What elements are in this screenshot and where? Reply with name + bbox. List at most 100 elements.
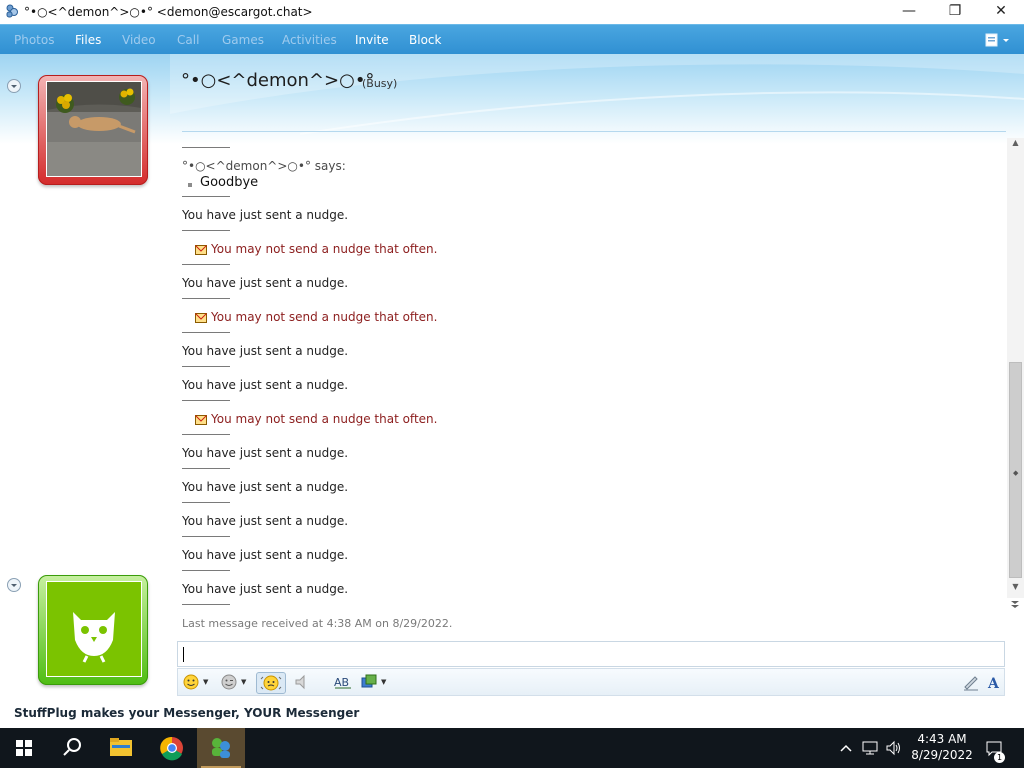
- system-clock[interactable]: 4:43 AM 8/29/2022: [904, 731, 980, 763]
- message-separator: [182, 298, 230, 299]
- nudge-sent-notice: You have just sent a nudge.: [182, 344, 349, 358]
- owl-icon: [73, 612, 115, 663]
- message-text: Goodbye: [200, 175, 259, 190]
- maximize-button[interactable]: ❐: [932, 0, 978, 24]
- conversation-scrollbar[interactable]: ▲ ◆ ▼: [1007, 138, 1024, 598]
- action-menu-bar: Photos Files Video Call Games Activities…: [0, 24, 1024, 55]
- message-separator: [182, 230, 230, 231]
- volume-icon[interactable]: [884, 738, 904, 758]
- contact-status: (Busy): [362, 77, 398, 90]
- menu-video[interactable]: Video: [122, 33, 156, 47]
- nudge-button[interactable]: [256, 672, 286, 694]
- notification-count-badge: 1: [994, 752, 1005, 763]
- message-separator: [182, 604, 230, 605]
- header-divider: [182, 131, 1006, 132]
- message-bullet: [188, 183, 192, 187]
- contact-avatar: [46, 81, 142, 177]
- nudge-sent-notice: You have just sent a nudge.: [182, 514, 349, 528]
- window-title: °•○<^demon^>○•° <demon@escargot.chat>: [24, 5, 313, 19]
- envelope-warning-icon: [195, 244, 207, 255]
- menu-photos[interactable]: Photos: [14, 33, 54, 47]
- envelope-warning-icon: [195, 312, 207, 323]
- chevron-down-icon: [11, 584, 17, 587]
- message-input[interactable]: [177, 641, 1005, 667]
- message-separator: [182, 366, 230, 367]
- formatting-toolbar: ▼ ▼ AB ▼ A: [177, 668, 1005, 696]
- messenger-buddies-icon: [212, 738, 230, 758]
- windows-taskbar: 4:43 AM 8/29/2022: [0, 728, 1024, 768]
- message-separator: [182, 502, 230, 503]
- menu-call[interactable]: Call: [177, 33, 199, 47]
- sender-says-label: °•○<^demon^>○•° says:: [182, 159, 346, 173]
- chevron-up-icon[interactable]: [836, 738, 856, 758]
- menu-games[interactable]: Games: [222, 33, 264, 47]
- nudge-sent-notice: You have just sent a nudge.: [182, 208, 349, 222]
- nudge-warning-notice: You may not send a nudge that often.: [195, 412, 437, 426]
- message-separator: [182, 434, 230, 435]
- nudge-icon: [260, 675, 282, 691]
- background-dropdown-icon[interactable]: ▼: [381, 678, 386, 686]
- text-caret: [183, 647, 184, 662]
- status-footer: StuffPlug makes your Messenger, YOUR Mes…: [0, 706, 1024, 728]
- contact-display-name: °•○<^demon^>○•°: [181, 70, 375, 91]
- nudge-sent-notice: You have just sent a nudge.: [182, 276, 349, 290]
- svg-text:AB: AB: [334, 676, 349, 689]
- scroll-up-arrow-icon[interactable]: ▲: [1007, 138, 1024, 152]
- expand-input-icon[interactable]: [1009, 598, 1021, 610]
- footer-ad-text: StuffPlug makes your Messenger, YOUR Mes…: [14, 706, 360, 720]
- envelope-warning-icon: [195, 414, 207, 425]
- network-icon[interactable]: [860, 738, 880, 758]
- font-icon[interactable]: A: [986, 672, 1004, 692]
- close-button[interactable]: ✕: [978, 0, 1024, 24]
- scrollbar-thumb[interactable]: ◆: [1009, 362, 1022, 578]
- emoticon-icon[interactable]: [182, 672, 200, 692]
- message-separator: [182, 468, 230, 469]
- self-avatar: [46, 581, 142, 677]
- spell-check-icon[interactable]: AB: [333, 672, 353, 692]
- menu-invite[interactable]: Invite: [355, 33, 389, 47]
- nudge-sent-notice: You have just sent a nudge.: [182, 548, 349, 562]
- menu-activities[interactable]: Activities: [282, 33, 337, 47]
- message-separator: [182, 147, 230, 148]
- voice-clip-icon[interactable]: [292, 672, 312, 692]
- clock-time: 4:43 AM: [917, 732, 967, 746]
- nudge-sent-notice: You have just sent a nudge.: [182, 446, 349, 460]
- contact-avatar-frame[interactable]: [38, 75, 148, 185]
- minimize-button[interactable]: —: [886, 0, 932, 24]
- nudge-sent-notice: You have just sent a nudge.: [182, 480, 349, 494]
- messenger-icon: [6, 4, 18, 18]
- wink-icon[interactable]: [220, 672, 238, 692]
- grip-icon: ◆: [1013, 469, 1019, 477]
- chevron-down-icon: [11, 85, 17, 88]
- nudge-sent-notice: You have just sent a nudge.: [182, 378, 349, 392]
- chrome-button[interactable]: [148, 728, 196, 768]
- messenger-taskbar-button[interactable]: [197, 728, 245, 768]
- search-button[interactable]: [48, 728, 96, 768]
- nudge-warning-notice: You may not send a nudge that often.: [195, 310, 437, 324]
- message-separator: [182, 536, 230, 537]
- chrome-icon: [160, 736, 183, 761]
- self-avatar-frame[interactable]: [38, 575, 148, 685]
- wink-dropdown-icon[interactable]: ▼: [241, 678, 246, 686]
- nudge-warning-text: You may not send a nudge that often.: [211, 412, 438, 426]
- menu-block[interactable]: Block: [409, 33, 441, 47]
- nudge-warning-text: You may not send a nudge that often.: [211, 242, 438, 256]
- handwriting-icon[interactable]: [961, 672, 981, 692]
- message-separator: [182, 264, 230, 265]
- start-button[interactable]: [0, 728, 48, 768]
- conversation-history: °•○<^demon^>○•° says: Goodbye You have j…: [172, 138, 1006, 636]
- self-panel-toggle[interactable]: [7, 578, 21, 592]
- emoticon-dropdown-icon[interactable]: ▼: [203, 678, 208, 686]
- cat-photo-image: [47, 82, 141, 176]
- windows-logo-icon: [16, 740, 32, 756]
- menu-files[interactable]: Files: [75, 33, 101, 47]
- options-menu-icon[interactable]: [984, 31, 1014, 49]
- title-bar: °•○<^demon^>○•° <demon@escargot.chat> — …: [0, 0, 1024, 24]
- message-separator: [182, 196, 230, 197]
- background-picker-icon[interactable]: [360, 672, 378, 692]
- svg-text:A: A: [987, 676, 1000, 692]
- file-explorer-button[interactable]: [98, 728, 146, 768]
- message-separator: [182, 400, 230, 401]
- contact-panel-toggle[interactable]: [7, 79, 21, 93]
- scroll-down-arrow-icon[interactable]: ▼: [1007, 582, 1024, 596]
